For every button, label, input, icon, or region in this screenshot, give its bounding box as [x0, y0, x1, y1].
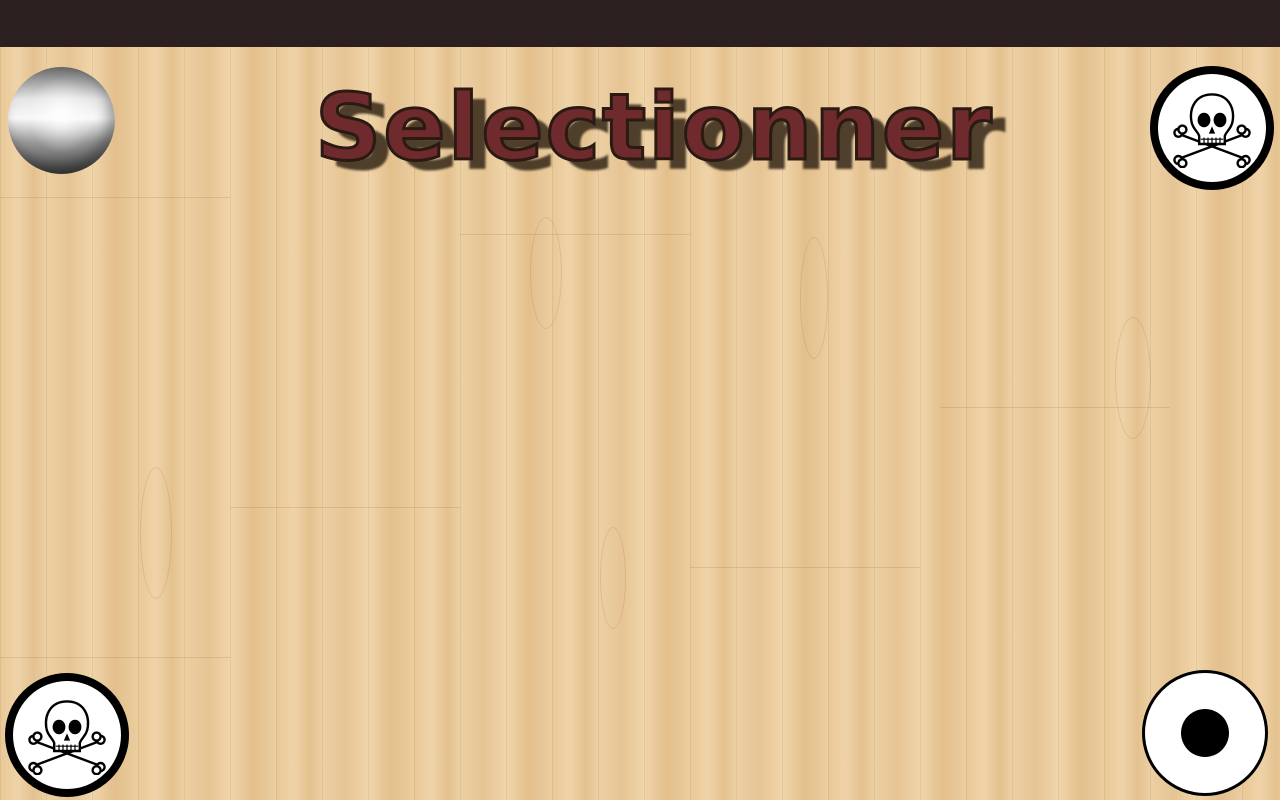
plank-seam	[690, 567, 920, 568]
plank-seam	[460, 234, 690, 235]
page-title: Selectionner	[314, 73, 994, 183]
wood-knot	[140, 467, 172, 599]
record-dot-icon	[1181, 709, 1229, 757]
wood-knot	[800, 237, 828, 359]
game-screen: Selectionner	[0, 0, 1280, 800]
skull-crossbones-icon	[1173, 93, 1251, 168]
wood-knot	[600, 527, 626, 629]
plank-seam	[230, 507, 460, 508]
plank-seam	[0, 197, 230, 198]
status-bar	[0, 0, 1280, 47]
wood-knot	[1115, 317, 1151, 439]
record-button[interactable]	[1142, 670, 1268, 796]
skull-crossbones-icon	[28, 700, 106, 775]
silver-marble-button[interactable]	[8, 67, 115, 174]
wood-knot	[530, 217, 562, 329]
skull-button-top-right[interactable]	[1150, 66, 1274, 190]
plank-seam	[0, 657, 230, 658]
skull-button-bottom-left[interactable]	[5, 673, 129, 797]
